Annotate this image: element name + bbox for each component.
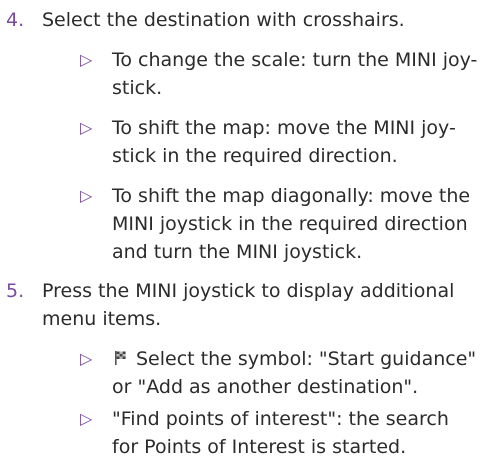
bullet-text: To change the scale: turn the MINI joy-s…: [112, 49, 478, 99]
bullet-text: "Find points of interest": the search fo…: [112, 408, 449, 458]
bullet-arrow-icon: ▷: [80, 50, 93, 69]
bullet-text-with-icon: Select the symbol: "Start guidance" or "…: [112, 345, 480, 401]
bullet-text: To shift the map: move the MINI joy-stic…: [112, 117, 456, 167]
bullet-arrow-icon: ▷: [80, 118, 93, 137]
bullet-text: Select the symbol: "Start guidance" or "…: [112, 348, 477, 398]
destination-flag-icon: [115, 351, 126, 365]
bullet-arrow-icon: ▷: [80, 349, 93, 368]
step-number: 5.: [6, 280, 25, 302]
step-number: 4.: [6, 9, 25, 31]
bullet-arrow-icon: ▷: [80, 409, 93, 428]
step-text: Select the destination with crosshairs.: [42, 9, 405, 31]
instruction-page: 4. Select the destination with crosshair…: [0, 0, 486, 459]
bullet-arrow-icon: ▷: [80, 186, 93, 205]
step-text: Press the MINI joystick to display addit…: [42, 280, 455, 330]
bullet-text: To shift the map diagonally: move the MI…: [112, 185, 471, 263]
